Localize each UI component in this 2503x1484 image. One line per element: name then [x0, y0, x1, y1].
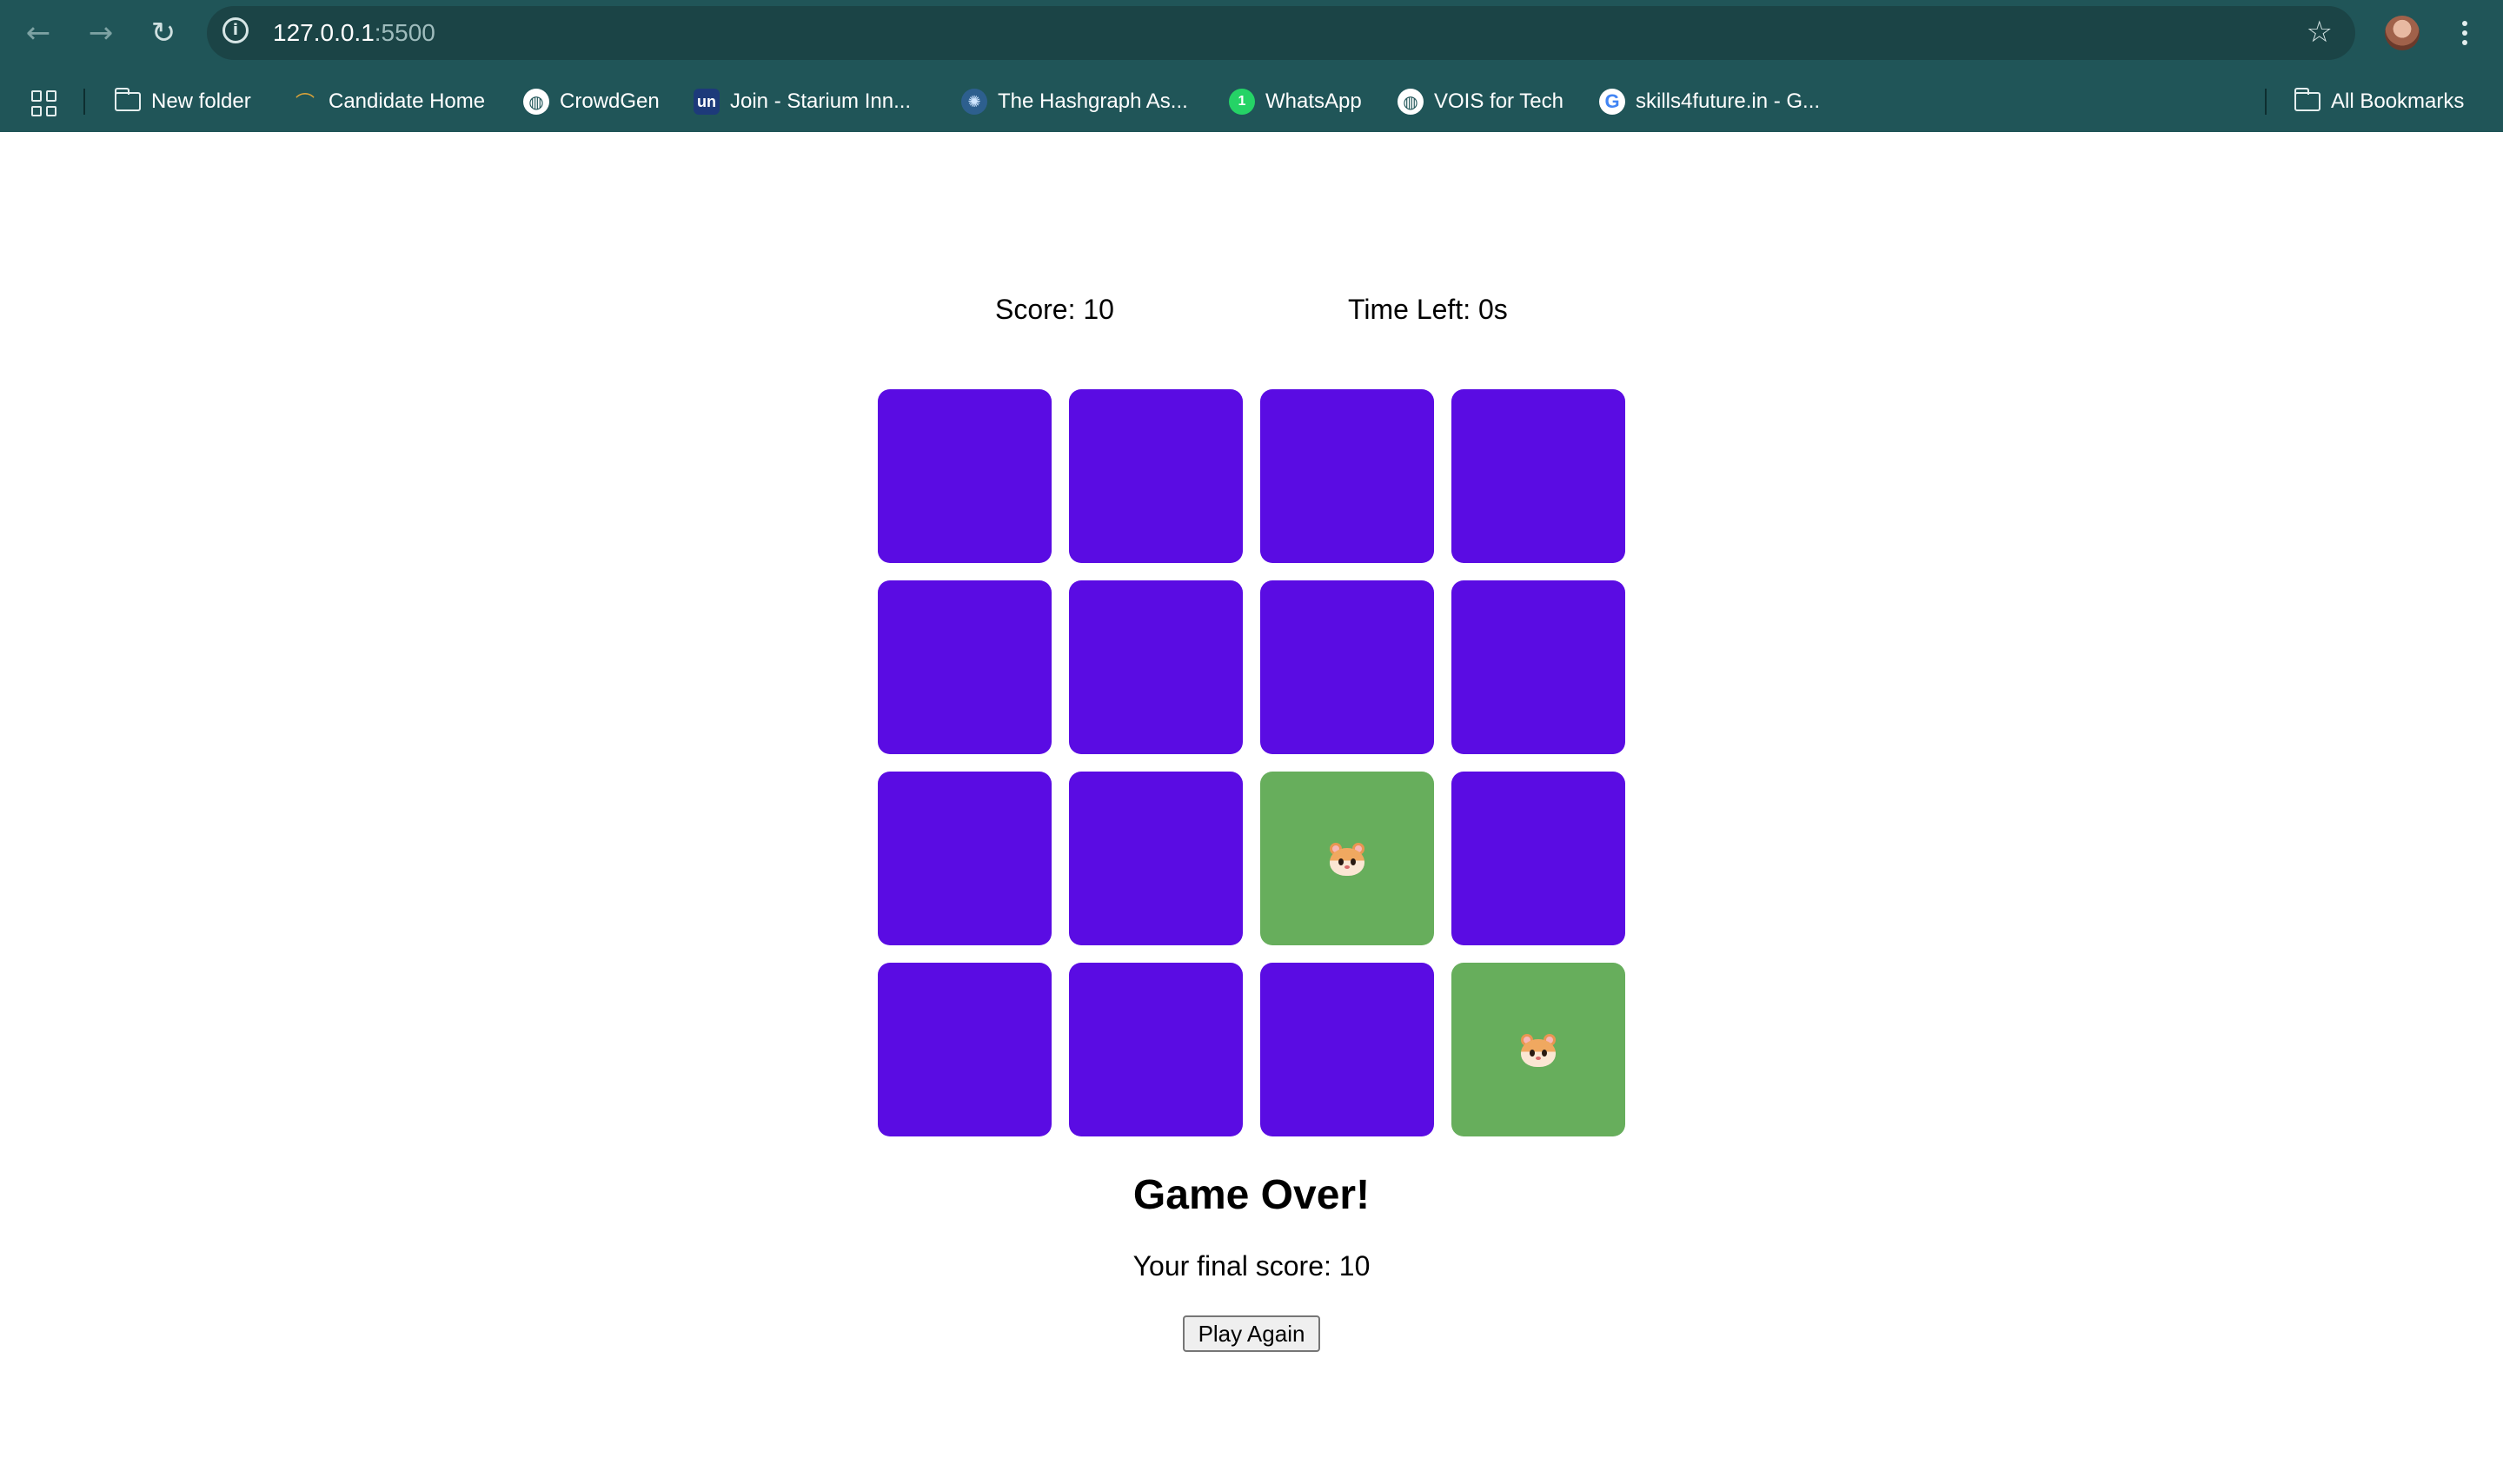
grid-cell-hidden[interactable] [878, 772, 1052, 945]
bookmark-label: WhatsApp [1265, 89, 1362, 113]
bookmark-new-folder[interactable]: New folder [114, 85, 251, 118]
google-icon: G [1599, 89, 1625, 115]
bookmarks-bar: New folder ⌒ Candidate Home ◍ CrowdGen u… [0, 71, 2503, 132]
bookmark-join-starium[interactable]: un Join - Starium Inn... [694, 85, 911, 118]
globe-icon: ◍ [1398, 89, 1424, 115]
grid-cell-hidden[interactable] [878, 580, 1052, 754]
all-bookmarks-label: All Bookmarks [2331, 89, 2465, 113]
candidate-home-icon: ⌒ [295, 93, 315, 115]
grid-cell-hidden[interactable] [1451, 580, 1625, 754]
time-left-display: Time Left: 0s [1348, 294, 1508, 325]
game-stats: Score: 10 Time Left: 0s [0, 294, 2503, 328]
reload-icon[interactable]: ↻ [143, 12, 184, 54]
bookmark-label: The Hashgraph As... [998, 89, 1188, 113]
game-grid [878, 389, 1625, 1136]
url-host: 127.0.0.1 [273, 19, 375, 46]
bookmark-hashgraph[interactable]: ✺ The Hashgraph As... [961, 85, 1188, 118]
bookmark-label: CrowdGen [560, 89, 660, 113]
score-display: Score: 10 [995, 294, 1114, 325]
folder-icon [114, 88, 141, 115]
final-score-text: Your final score: 10 [1132, 1250, 1371, 1282]
bookmarks-divider [83, 89, 85, 115]
whatsapp-badge: 1 [1238, 94, 1246, 109]
grid-cell-hidden[interactable] [1069, 963, 1243, 1136]
grid-cell-hidden[interactable] [878, 389, 1052, 563]
grid-cell-hidden[interactable] [1069, 389, 1243, 563]
grid-cell-revealed[interactable] [1260, 772, 1434, 945]
browser-chrome: ← → ↻ i 127.0.0.1:5500 ☆ New folder ⌒ Ca… [0, 0, 2503, 132]
site-info-icon[interactable]: i [222, 17, 249, 43]
address-bar[interactable]: i 127.0.0.1:5500 ☆ [207, 6, 2355, 60]
browser-toolbar: ← → ↻ i 127.0.0.1:5500 ☆ [0, 0, 2503, 66]
un-icon: un [694, 89, 720, 115]
bookmark-label: VOIS for Tech [1434, 89, 1564, 113]
bookmark-vois-for-tech[interactable]: ◍ VOIS for Tech [1398, 85, 1564, 118]
grid-cell-hidden[interactable] [1260, 963, 1434, 1136]
play-again-button[interactable]: Play Again [1183, 1315, 1320, 1352]
grid-cell-hidden[interactable] [878, 963, 1052, 1136]
bookmark-skills4future[interactable]: G skills4future.in - G... [1599, 85, 1820, 118]
hamster-icon [1519, 1032, 1557, 1067]
bookmark-label: Candidate Home [329, 89, 486, 113]
whatsapp-icon: 1 [1229, 89, 1255, 115]
profile-avatar[interactable] [2385, 16, 2420, 50]
grid-cell-hidden[interactable] [1069, 772, 1243, 945]
apps-grid-icon[interactable] [31, 90, 57, 116]
grid-cell-hidden[interactable] [1260, 580, 1434, 754]
game-area: Score: 10 Time Left: 0s Game Over! Your … [0, 132, 2503, 1484]
hamster-icon [1328, 841, 1366, 876]
browser-menu-icon[interactable] [2449, 12, 2480, 54]
bookmarks-divider [2265, 89, 2267, 115]
bookmark-candidate-home[interactable]: ⌒ Candidate Home [292, 85, 485, 118]
bookmark-star-icon[interactable]: ☆ [2307, 15, 2333, 50]
bookmark-label: Join - Starium Inn... [730, 89, 912, 113]
grid-cell-hidden[interactable] [1260, 389, 1434, 563]
grid-cell-hidden[interactable] [1069, 580, 1243, 754]
globe-icon: ◍ [523, 89, 549, 115]
hashgraph-icon: ✺ [961, 89, 987, 115]
grid-cell-revealed[interactable] [1451, 963, 1625, 1136]
forward-arrow-icon[interactable]: → [80, 12, 122, 54]
grid-cell-hidden[interactable] [1451, 772, 1625, 945]
game-over-title: Game Over! [1132, 1172, 1371, 1218]
all-bookmarks[interactable]: All Bookmarks [2294, 85, 2464, 118]
bookmark-label: New folder [151, 89, 251, 113]
bookmark-label: skills4future.in - G... [1636, 89, 1821, 113]
back-arrow-icon[interactable]: ← [17, 12, 59, 54]
bookmark-crowdgen[interactable]: ◍ CrowdGen [523, 85, 660, 118]
url-text[interactable]: 127.0.0.1:5500 [273, 19, 435, 47]
grid-cell-hidden[interactable] [1451, 389, 1625, 563]
folder-icon [2294, 88, 2320, 115]
bookmark-whatsapp[interactable]: 1 WhatsApp [1229, 85, 1362, 118]
url-port: :5500 [374, 19, 435, 46]
